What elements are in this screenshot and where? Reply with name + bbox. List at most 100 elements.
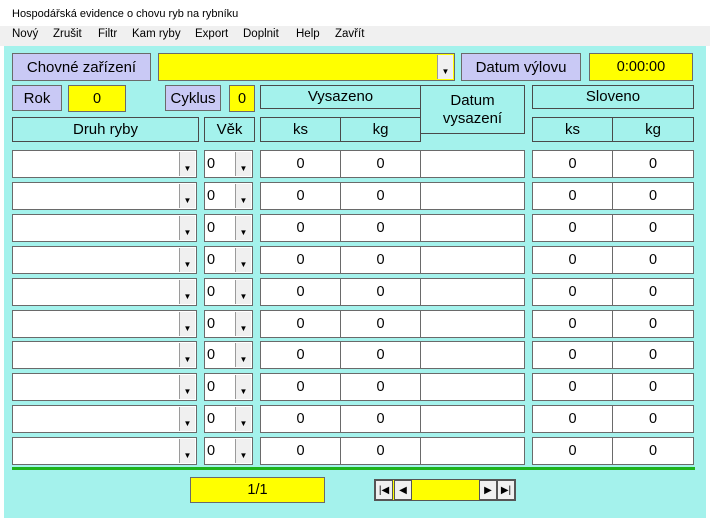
menu-kam-ryby[interactable]: Kam ryby	[132, 28, 181, 40]
datum-vylovu-button[interactable]: Datum výlovu	[461, 53, 581, 81]
dropdown-arrow-icon[interactable]: ▼	[179, 407, 195, 431]
vysazeno-kg-field[interactable]: 0	[340, 373, 421, 401]
sloveno-kg-field[interactable]: 0	[612, 182, 694, 210]
vysazeno-ks-field[interactable]: 0	[260, 405, 341, 433]
chovne-zarizeni-button[interactable]: Chovné zařízení	[12, 53, 151, 81]
vysazeno-kg-field[interactable]: 0	[340, 405, 421, 433]
datum-vysazeni-field[interactable]	[420, 437, 525, 465]
cyklus-button[interactable]: Cyklus	[165, 85, 221, 111]
sloveno-ks-field[interactable]: 0	[532, 437, 613, 465]
vysazeno-kg-field[interactable]: 0	[340, 437, 421, 465]
sloveno-kg-field[interactable]: 0	[612, 246, 694, 274]
dropdown-arrow-icon[interactable]: ▼	[179, 375, 195, 399]
sloveno-kg-field[interactable]: 0	[612, 341, 694, 369]
vek-select[interactable]: 0 ▼	[204, 373, 253, 401]
dropdown-arrow-icon[interactable]: ▼	[179, 343, 195, 367]
first-record-icon[interactable]: |◀	[375, 480, 393, 500]
menu-zavrit[interactable]: Zavřít	[335, 28, 364, 40]
dropdown-arrow-icon[interactable]: ▼	[235, 375, 251, 399]
dropdown-arrow-icon[interactable]: ▼	[235, 280, 251, 304]
vysazeno-ks-field[interactable]: 0	[260, 437, 341, 465]
vysazeno-ks-field[interactable]: 0	[260, 341, 341, 369]
chovne-zarizeni-select[interactable]: ▼	[158, 53, 455, 81]
sloveno-ks-field[interactable]: 0	[532, 405, 613, 433]
datum-vylovu-field[interactable]: 0:00:00	[589, 53, 693, 81]
vysazeno-kg-field[interactable]: 0	[340, 246, 421, 274]
vysazeno-kg-field[interactable]: 0	[340, 278, 421, 306]
druh-ryby-select[interactable]: ▼	[12, 437, 197, 465]
datum-vysazeni-field[interactable]	[420, 310, 525, 338]
vek-select[interactable]: 0 ▼	[204, 214, 253, 242]
vysazeno-ks-field[interactable]: 0	[260, 278, 341, 306]
menu-zrusit[interactable]: Zrušit	[53, 28, 82, 40]
vek-select[interactable]: 0 ▼	[204, 278, 253, 306]
dropdown-arrow-icon[interactable]: ▼	[235, 216, 251, 240]
dropdown-arrow-icon[interactable]: ▼	[235, 312, 251, 336]
menu-novy[interactable]: Nový	[12, 28, 38, 40]
dropdown-arrow-icon[interactable]: ▼	[179, 312, 195, 336]
dropdown-arrow-icon[interactable]: ▼	[179, 216, 195, 240]
menu-help[interactable]: Help	[296, 28, 320, 40]
datum-vysazeni-field[interactable]	[420, 373, 525, 401]
vek-select[interactable]: 0 ▼	[204, 150, 253, 178]
dropdown-arrow-icon[interactable]: ▼	[437, 55, 453, 79]
dropdown-arrow-icon[interactable]: ▼	[235, 407, 251, 431]
vysazeno-kg-field[interactable]: 0	[340, 310, 421, 338]
menu-export[interactable]: Export	[195, 28, 228, 40]
druh-ryby-select[interactable]: ▼	[12, 341, 197, 369]
dropdown-arrow-icon[interactable]: ▼	[235, 343, 251, 367]
vysazeno-kg-field[interactable]: 0	[340, 214, 421, 242]
sloveno-kg-field[interactable]: 0	[612, 150, 694, 178]
vysazeno-kg-field[interactable]: 0	[340, 182, 421, 210]
vysazeno-ks-field[interactable]: 0	[260, 182, 341, 210]
sloveno-kg-field[interactable]: 0	[612, 214, 694, 242]
sloveno-ks-field[interactable]: 0	[532, 310, 613, 338]
dropdown-arrow-icon[interactable]: ▼	[235, 248, 251, 272]
druh-ryby-select[interactable]: ▼	[12, 246, 197, 274]
sloveno-ks-field[interactable]: 0	[532, 214, 613, 242]
cyklus-field[interactable]: 0	[229, 85, 255, 112]
vek-select[interactable]: 0 ▼	[204, 246, 253, 274]
druh-ryby-select[interactable]: ▼	[12, 373, 197, 401]
dropdown-arrow-icon[interactable]: ▼	[179, 280, 195, 304]
sloveno-kg-field[interactable]: 0	[612, 278, 694, 306]
sloveno-kg-field[interactable]: 0	[612, 405, 694, 433]
datum-vysazeni-field[interactable]	[420, 214, 525, 242]
dropdown-arrow-icon[interactable]: ▼	[179, 152, 195, 176]
next-record-icon[interactable]: ▶	[479, 480, 497, 500]
dropdown-arrow-icon[interactable]: ▼	[179, 439, 195, 463]
dropdown-arrow-icon[interactable]: ▼	[179, 248, 195, 272]
datum-vysazeni-field[interactable]	[420, 278, 525, 306]
vek-select[interactable]: 0 ▼	[204, 405, 253, 433]
vek-select[interactable]: 0 ▼	[204, 437, 253, 465]
dropdown-arrow-icon[interactable]: ▼	[235, 152, 251, 176]
vysazeno-ks-field[interactable]: 0	[260, 310, 341, 338]
sloveno-kg-field[interactable]: 0	[612, 373, 694, 401]
druh-ryby-select[interactable]: ▼	[12, 150, 197, 178]
druh-ryby-select[interactable]: ▼	[12, 405, 197, 433]
vysazeno-ks-field[interactable]: 0	[260, 373, 341, 401]
druh-ryby-select[interactable]: ▼	[12, 182, 197, 210]
druh-ryby-select[interactable]: ▼	[12, 214, 197, 242]
druh-ryby-select[interactable]: ▼	[12, 310, 197, 338]
datum-vysazeni-field[interactable]	[420, 150, 525, 178]
sloveno-ks-field[interactable]: 0	[532, 341, 613, 369]
rok-field[interactable]: 0	[68, 85, 126, 112]
menu-doplnit[interactable]: Doplnit	[243, 28, 279, 40]
sloveno-kg-field[interactable]: 0	[612, 310, 694, 338]
dropdown-arrow-icon[interactable]: ▼	[235, 184, 251, 208]
sloveno-ks-field[interactable]: 0	[532, 373, 613, 401]
sloveno-kg-field[interactable]: 0	[612, 437, 694, 465]
druh-ryby-select[interactable]: ▼	[12, 278, 197, 306]
datum-vysazeni-field[interactable]	[420, 246, 525, 274]
vek-select[interactable]: 0 ▼	[204, 310, 253, 338]
vek-select[interactable]: 0 ▼	[204, 341, 253, 369]
datum-vysazeni-field[interactable]	[420, 341, 525, 369]
datum-vysazeni-field[interactable]	[420, 182, 525, 210]
vysazeno-kg-field[interactable]: 0	[340, 341, 421, 369]
vysazeno-ks-field[interactable]: 0	[260, 150, 341, 178]
vek-select[interactable]: 0 ▼	[204, 182, 253, 210]
dropdown-arrow-icon[interactable]: ▼	[179, 184, 195, 208]
vysazeno-ks-field[interactable]: 0	[260, 214, 341, 242]
menu-filtr[interactable]: Filtr	[98, 28, 117, 40]
